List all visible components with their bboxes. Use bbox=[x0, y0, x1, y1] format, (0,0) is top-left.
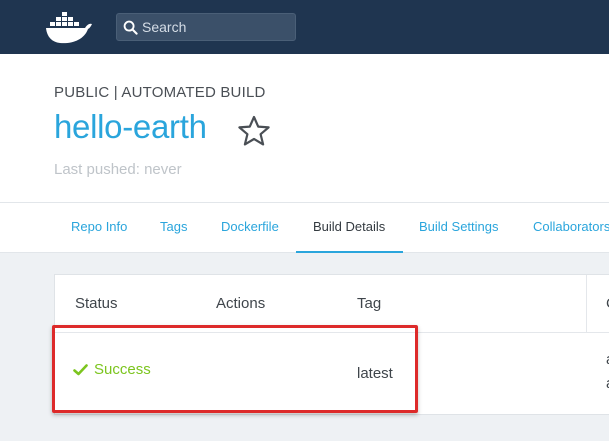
star-icon[interactable] bbox=[237, 115, 271, 147]
repo-type-label: PUBLIC | AUTOMATED BUILD bbox=[54, 84, 266, 101]
highlight-box bbox=[52, 325, 418, 413]
tab-repo-info[interactable]: Repo Info bbox=[54, 203, 144, 253]
tab-dockerfile[interactable]: Dockerfile bbox=[204, 203, 296, 253]
search-input[interactable] bbox=[142, 19, 292, 35]
search-box[interactable] bbox=[116, 13, 296, 41]
repo-name-title: hello-earth bbox=[54, 108, 207, 145]
docker-logo-icon[interactable] bbox=[44, 10, 96, 46]
repo-header: PUBLIC | AUTOMATED BUILD hello-earth Las… bbox=[0, 54, 609, 202]
column-header-tag: Tag bbox=[357, 295, 382, 312]
top-nav-bar bbox=[0, 0, 609, 54]
repo-tabs: Repo Info Tags Dockerfile Build Details … bbox=[0, 202, 609, 253]
last-pushed-text: Last pushed: never bbox=[54, 161, 182, 178]
tab-collaborators[interactable]: Collaborators bbox=[516, 203, 609, 253]
search-icon bbox=[123, 20, 138, 35]
column-header-status: Status bbox=[75, 295, 118, 312]
column-header-actions: Actions bbox=[216, 295, 266, 312]
tab-tags[interactable]: Tags bbox=[143, 203, 204, 253]
tab-build-settings[interactable]: Build Settings bbox=[402, 203, 516, 253]
tab-build-details[interactable]: Build Details bbox=[296, 203, 403, 253]
column-divider bbox=[586, 275, 587, 333]
